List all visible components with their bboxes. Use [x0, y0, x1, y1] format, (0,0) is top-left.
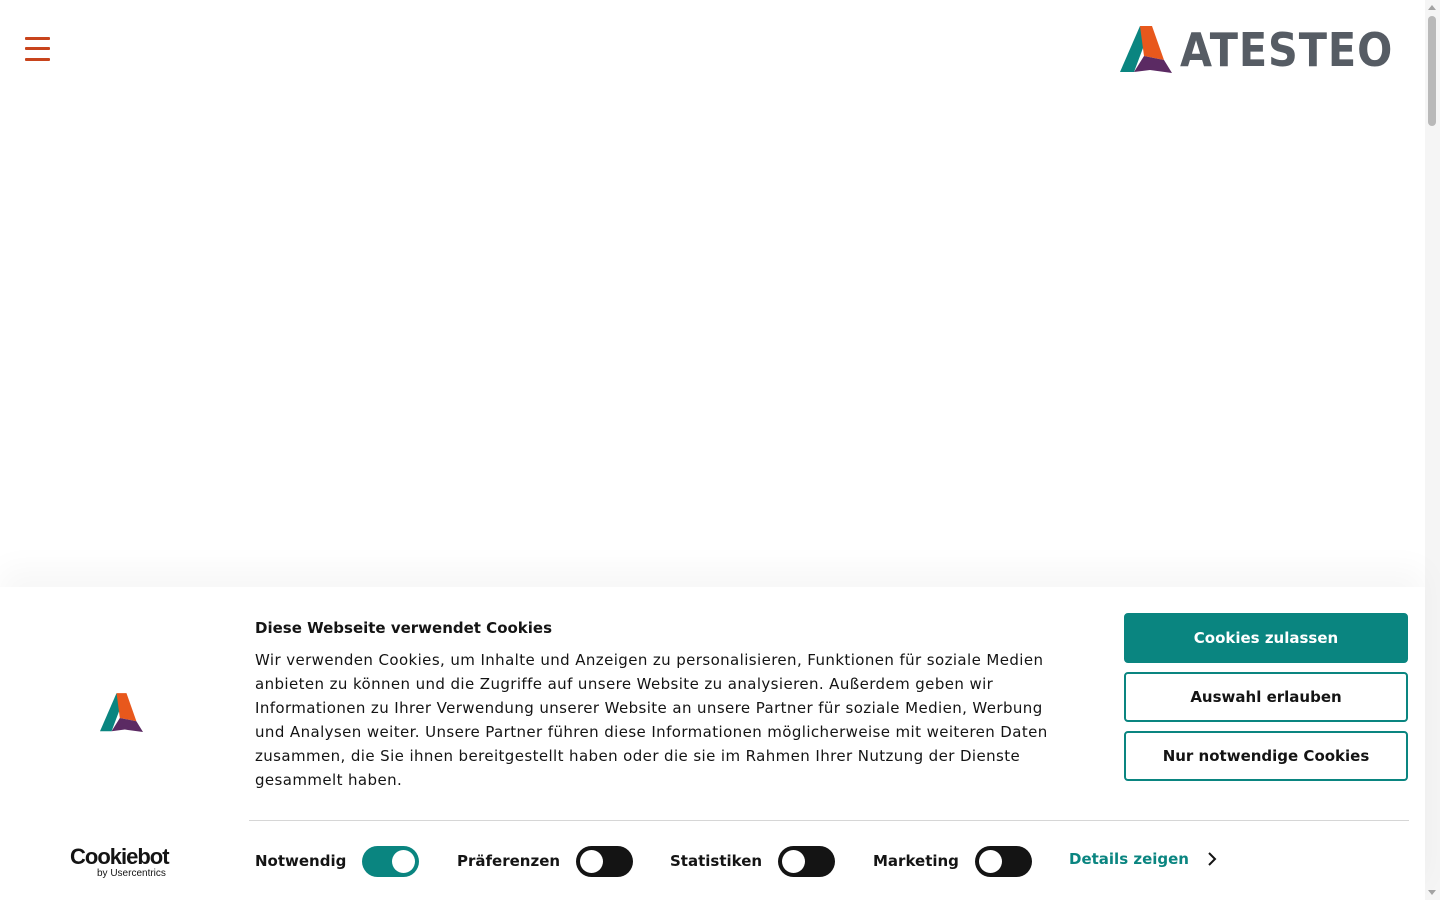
- necessary-switch[interactable]: [362, 845, 420, 877]
- toggle-label-preferences: Präferenzen: [457, 852, 561, 870]
- toggle-necessary: Notwendig: [255, 845, 420, 877]
- show-details-link[interactable]: Details zeigen: [1069, 850, 1217, 868]
- atesteo-logo[interactable]: ATESTEO: [1120, 26, 1417, 74]
- hamburger-menu-icon[interactable]: [25, 37, 50, 61]
- chevron-right-icon: [1208, 852, 1217, 866]
- page-scrollbar[interactable]: [1425, 0, 1440, 900]
- allow-all-cookies-button[interactable]: Cookies zulassen: [1124, 613, 1408, 663]
- logo-wordmark: ATESTEO: [1180, 23, 1394, 77]
- cookiebot-name: Cookiebot: [70, 844, 170, 869]
- atesteo-logo-mark-icon: [1120, 26, 1172, 73]
- toggle-marketing: Marketing: [873, 845, 1032, 877]
- cookie-banner-title: Diese Webseite verwendet Cookies: [255, 619, 553, 637]
- cookie-banner-description: Wir verwenden Cookies, um Inhalte und An…: [255, 651, 1048, 789]
- banner-atesteo-logo-icon: [100, 693, 143, 733]
- necessary-cookies-only-button[interactable]: Nur notwendige Cookies: [1124, 731, 1408, 781]
- switch-knob: [782, 849, 806, 873]
- preferences-switch[interactable]: [576, 845, 634, 877]
- cookiebot-logo[interactable]: Cookiebot by Usercentrics: [70, 844, 180, 880]
- switch-knob: [978, 849, 1002, 873]
- scroll-down-arrow-icon[interactable]: [1428, 890, 1436, 895]
- show-details-label: Details zeigen: [1069, 850, 1189, 868]
- toggle-label-necessary: Notwendig: [255, 852, 347, 870]
- page: ATESTEO Cookiebot by Usercentrics Diese …: [0, 0, 1440, 900]
- scroll-up-arrow-icon[interactable]: [1428, 5, 1436, 10]
- cookiebot-byline: by Usercentrics: [97, 868, 166, 879]
- toggle-preferences: Präferenzen: [457, 845, 634, 877]
- toggle-label-statistics: Statistiken: [670, 852, 763, 870]
- toggle-label-marketing: Marketing: [873, 852, 959, 870]
- banner-divider: [249, 820, 1409, 821]
- switch-knob: [580, 849, 604, 873]
- switch-knob: [392, 849, 416, 873]
- marketing-switch[interactable]: [974, 845, 1032, 877]
- statistics-switch[interactable]: [778, 845, 836, 877]
- scrollbar-thumb[interactable]: [1428, 16, 1436, 126]
- allow-selection-button[interactable]: Auswahl erlauben: [1124, 672, 1408, 722]
- toggle-statistics: Statistiken: [670, 845, 836, 877]
